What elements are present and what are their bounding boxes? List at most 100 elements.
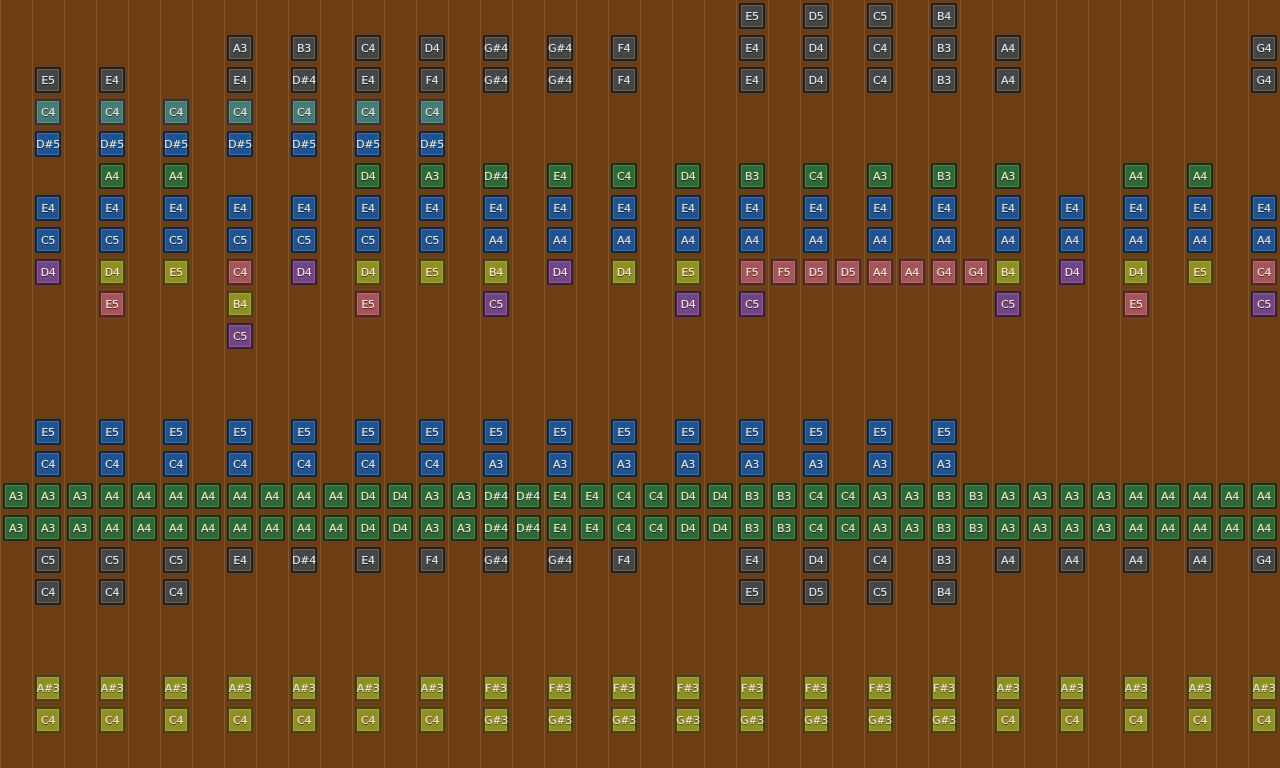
note-block[interactable]: C4 — [867, 67, 893, 93]
note-block[interactable]: D4 — [675, 291, 701, 317]
note-block[interactable]: C5 — [739, 291, 765, 317]
note-block[interactable]: E5 — [355, 419, 381, 445]
note-block[interactable]: E5 — [99, 291, 125, 317]
note-block[interactable]: C4 — [291, 99, 317, 125]
note-block[interactable]: A4 — [1187, 483, 1213, 509]
note-block[interactable]: A4 — [99, 483, 125, 509]
note-block[interactable]: C4 — [163, 451, 189, 477]
note-block[interactable]: D#4 — [515, 483, 541, 509]
note-block[interactable]: A3 — [419, 163, 445, 189]
note-block[interactable]: E4 — [547, 483, 573, 509]
note-block[interactable]: B4 — [227, 291, 253, 317]
note-block[interactable]: A3 — [3, 515, 29, 541]
note-block[interactable]: A4 — [131, 515, 157, 541]
note-block[interactable]: D4 — [803, 67, 829, 93]
note-block[interactable]: D#5 — [419, 131, 445, 157]
note-block[interactable]: C4 — [835, 483, 861, 509]
note-block[interactable]: A3 — [867, 483, 893, 509]
note-block[interactable]: D4 — [387, 515, 413, 541]
note-block[interactable]: E5 — [419, 259, 445, 285]
note-block[interactable]: A#3 — [99, 675, 125, 701]
note-block[interactable]: A4 — [259, 483, 285, 509]
note-block[interactable]: B3 — [963, 515, 989, 541]
note-block[interactable]: D#5 — [227, 131, 253, 157]
note-block[interactable]: A3 — [931, 451, 957, 477]
note-block[interactable]: B3 — [931, 163, 957, 189]
note-block[interactable]: D4 — [707, 483, 733, 509]
note-block[interactable]: B3 — [739, 163, 765, 189]
note-block[interactable]: B4 — [931, 579, 957, 605]
note-block[interactable]: A4 — [1187, 547, 1213, 573]
note-block[interactable]: A3 — [867, 515, 893, 541]
note-block[interactable]: D4 — [355, 259, 381, 285]
note-block[interactable]: E5 — [611, 419, 637, 445]
note-block[interactable]: G#3 — [675, 707, 701, 733]
note-block[interactable]: D4 — [35, 259, 61, 285]
note-block[interactable]: C4 — [291, 451, 317, 477]
note-block[interactable]: A4 — [995, 35, 1021, 61]
note-block[interactable]: D4 — [1123, 259, 1149, 285]
note-block[interactable]: D4 — [803, 35, 829, 61]
note-block[interactable]: A3 — [419, 483, 445, 509]
note-block[interactable]: G4 — [1251, 67, 1277, 93]
note-block[interactable]: F4 — [419, 547, 445, 573]
note-block[interactable]: D4 — [387, 483, 413, 509]
note-block[interactable]: A4 — [1123, 547, 1149, 573]
note-block[interactable]: A3 — [1091, 483, 1117, 509]
note-block[interactable]: C4 — [1251, 259, 1277, 285]
note-block[interactable]: G#4 — [483, 35, 509, 61]
note-block[interactable]: E5 — [163, 259, 189, 285]
note-block[interactable]: C4 — [803, 515, 829, 541]
note-block[interactable]: E5 — [739, 579, 765, 605]
note-block[interactable]: A3 — [867, 163, 893, 189]
note-block[interactable]: C5 — [163, 227, 189, 253]
note-block[interactable]: A4 — [227, 483, 253, 509]
note-block[interactable]: A4 — [611, 227, 637, 253]
note-block[interactable]: D4 — [547, 259, 573, 285]
note-block[interactable]: C4 — [227, 707, 253, 733]
note-block[interactable]: E5 — [739, 3, 765, 29]
note-block[interactable]: A3 — [67, 515, 93, 541]
note-block[interactable]: C4 — [99, 707, 125, 733]
note-block[interactable]: A4 — [1219, 515, 1245, 541]
note-block[interactable]: B3 — [931, 547, 957, 573]
note-block[interactable]: C4 — [163, 579, 189, 605]
note-block[interactable]: E5 — [355, 291, 381, 317]
note-block[interactable]: G4 — [1251, 547, 1277, 573]
note-block[interactable]: F#3 — [483, 675, 509, 701]
note-block[interactable]: E4 — [739, 547, 765, 573]
note-block[interactable]: E4 — [803, 195, 829, 221]
note-block[interactable]: E5 — [227, 419, 253, 445]
note-block[interactable]: D#4 — [291, 67, 317, 93]
note-block[interactable]: A3 — [1027, 515, 1053, 541]
note-block[interactable]: C5 — [291, 227, 317, 253]
note-block[interactable]: C5 — [35, 227, 61, 253]
note-block[interactable]: B4 — [995, 259, 1021, 285]
note-block[interactable]: D5 — [803, 3, 829, 29]
note-block[interactable]: C5 — [35, 547, 61, 573]
note-block[interactable]: E5 — [99, 419, 125, 445]
note-block[interactable]: E5 — [867, 419, 893, 445]
note-block[interactable]: D4 — [355, 483, 381, 509]
note-block[interactable]: G#3 — [547, 707, 573, 733]
note-block[interactable]: F4 — [419, 67, 445, 93]
note-block[interactable]: A3 — [899, 515, 925, 541]
note-block[interactable]: D4 — [419, 35, 445, 61]
note-block[interactable]: A4 — [1123, 515, 1149, 541]
note-block[interactable]: C4 — [643, 483, 669, 509]
note-block[interactable]: E4 — [355, 195, 381, 221]
note-block[interactable]: G#4 — [483, 67, 509, 93]
note-block[interactable]: E4 — [99, 195, 125, 221]
note-block[interactable]: A4 — [1059, 547, 1085, 573]
note-block[interactable]: D#5 — [35, 131, 61, 157]
note-block[interactable]: B3 — [931, 483, 957, 509]
note-block[interactable]: C4 — [1059, 707, 1085, 733]
note-block[interactable]: A3 — [611, 451, 637, 477]
note-block[interactable]: E4 — [611, 195, 637, 221]
note-block[interactable]: E4 — [227, 67, 253, 93]
note-block[interactable]: C4 — [643, 515, 669, 541]
note-block[interactable]: A4 — [323, 483, 349, 509]
note-block[interactable]: A#3 — [291, 675, 317, 701]
note-block[interactable]: G#3 — [739, 707, 765, 733]
note-block[interactable]: A4 — [1059, 227, 1085, 253]
